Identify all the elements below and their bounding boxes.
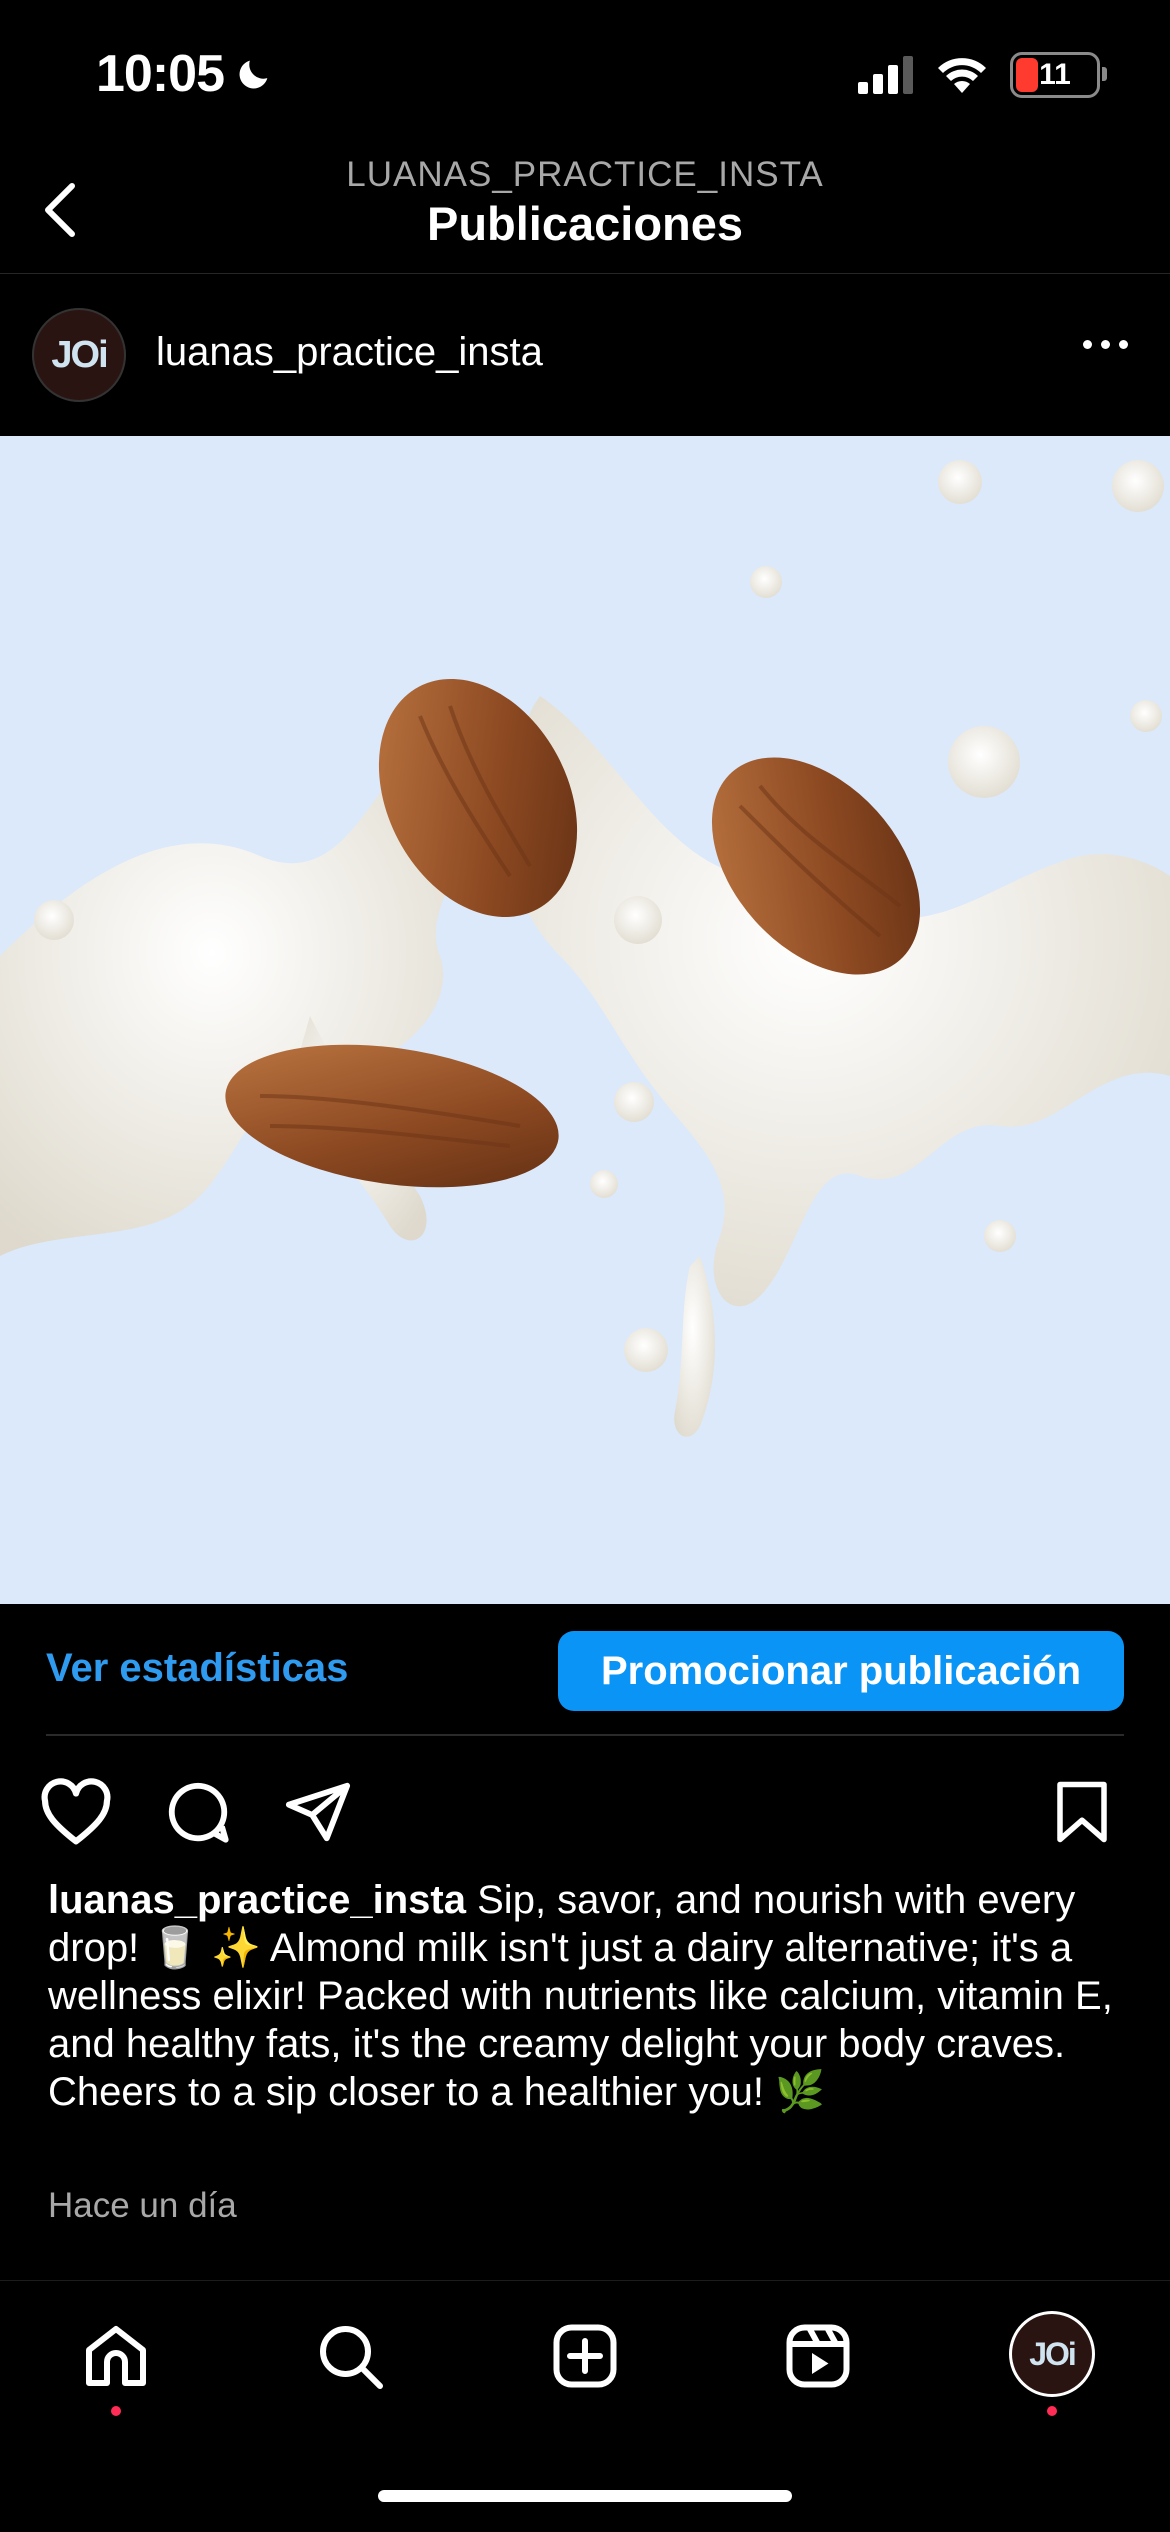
post-timestamp: Hace un día — [48, 2186, 237, 2225]
avatar-text: JOi — [1029, 2335, 1077, 2372]
wifi-icon — [938, 58, 986, 93]
avatar-text: JOi — [51, 333, 108, 376]
time-text: 10:05 — [96, 45, 225, 103]
almond-milk-illustration — [0, 460, 1170, 1437]
nav-profile[interactable]: JOi — [992, 2314, 1112, 2424]
save-button[interactable] — [1040, 1770, 1124, 1854]
divider — [46, 1734, 1124, 1736]
status-time: 10:05 — [96, 44, 274, 104]
create-icon — [553, 2324, 617, 2388]
send-icon — [285, 1782, 351, 1842]
caption-username[interactable]: luanas_practice_insta — [48, 1878, 466, 1922]
nav-search[interactable] — [290, 2320, 410, 2430]
heart-icon — [41, 1778, 111, 1845]
like-button[interactable] — [34, 1770, 118, 1854]
promote-post-button[interactable]: Promocionar publicación — [558, 1631, 1124, 1711]
post-username[interactable]: luanas_practice_insta — [156, 330, 543, 375]
post-caption: luanas_practice_insta Sip, savor, and no… — [48, 1876, 1128, 2116]
reels-icon — [786, 2324, 850, 2388]
comment-icon — [168, 1782, 229, 1843]
battery-level: 11 — [1039, 58, 1071, 91]
notification-dot — [1047, 2406, 1057, 2416]
nav-home[interactable] — [56, 2320, 176, 2430]
post-avatar[interactable]: JOi — [32, 308, 126, 402]
signal-icon — [858, 56, 913, 94]
comment-button[interactable] — [156, 1770, 240, 1854]
home-icon — [86, 2326, 146, 2386]
view-insights-link[interactable]: Ver estadísticas — [46, 1646, 348, 1691]
moon-icon — [239, 60, 268, 89]
profile-avatar: JOi — [1012, 2314, 1092, 2394]
divider — [0, 2280, 1170, 2281]
page-title: Publicaciones — [426, 197, 744, 250]
share-button[interactable] — [276, 1770, 360, 1854]
status-icons: 11 — [858, 52, 1107, 98]
nav-reels[interactable] — [758, 2320, 878, 2430]
divider — [0, 273, 1170, 274]
search-icon — [320, 2326, 383, 2389]
battery-icon: 11 — [1010, 52, 1107, 98]
post-image[interactable] — [0, 436, 1170, 1604]
bookmark-icon — [1057, 1781, 1107, 1843]
home-indicator[interactable] — [378, 2490, 792, 2502]
notification-dot — [111, 2406, 121, 2416]
header-subtitle: LUANAS_PRACTICE_INSTA — [346, 155, 824, 194]
more-options-icon[interactable] — [1083, 340, 1128, 349]
nav-create[interactable] — [525, 2320, 645, 2430]
